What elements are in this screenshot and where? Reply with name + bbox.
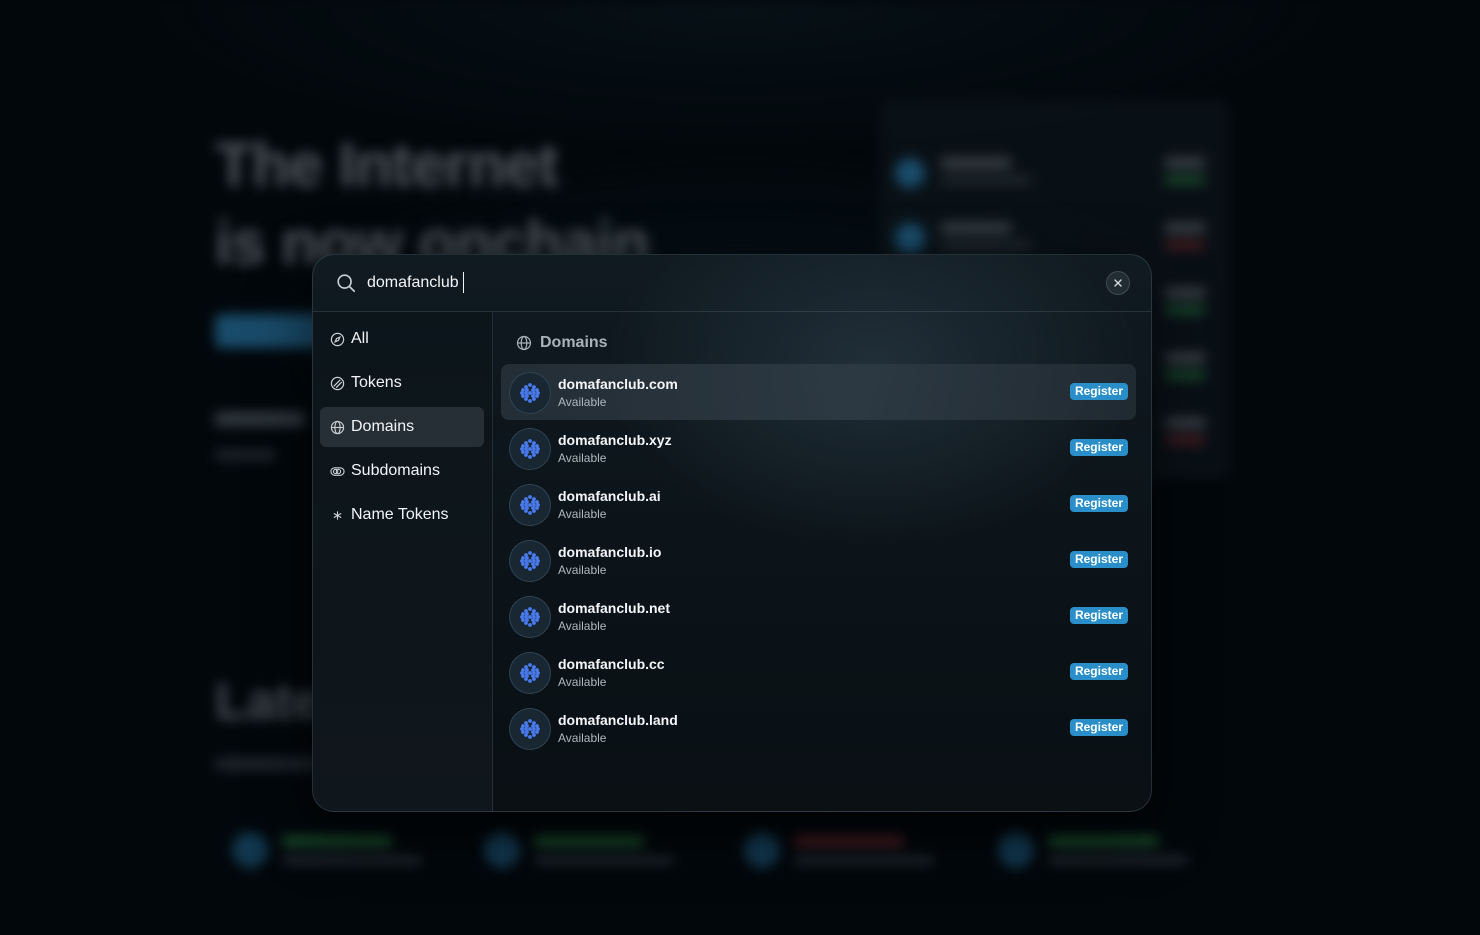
globe-icon (329, 419, 345, 435)
domain-name: domafanclub.net (558, 600, 671, 616)
sidebar-item-domains[interactable]: Domains (320, 407, 484, 447)
ticker-item (998, 828, 1218, 872)
domain-name: domafanclub.io (558, 544, 662, 560)
domain-result-row[interactable]: domafanclub.net Available Register (501, 588, 1136, 644)
hero-heading-line-1: The Internet (215, 131, 559, 200)
register-button[interactable]: Register (1069, 663, 1128, 680)
domain-status: Available (558, 451, 607, 465)
category-sidebar: All Tokens Domains Subdomains Name Token… (313, 312, 493, 811)
asterisk-icon (329, 507, 345, 523)
latest-subheading (215, 758, 325, 770)
sidebar-item-all[interactable]: All (320, 319, 484, 359)
register-button[interactable]: Register (1069, 439, 1128, 456)
domain-logo-icon (509, 596, 551, 638)
section-header-domains: Domains (516, 334, 608, 352)
domain-logo-icon (509, 428, 551, 470)
domain-result-row[interactable]: domafanclub.com Available Register (501, 364, 1136, 420)
sidebar-item-label: Domains (351, 418, 415, 435)
register-button[interactable]: Register (1069, 495, 1128, 512)
sidebar-item-subdomains[interactable]: Subdomains (320, 451, 484, 491)
register-button[interactable]: Register (1069, 607, 1128, 624)
domain-logo-icon (509, 484, 551, 526)
sidebar-item-tokens[interactable]: Tokens (320, 363, 484, 403)
domain-result-row[interactable]: domafanclub.cc Available Register (501, 644, 1136, 700)
domain-status: Available (558, 675, 607, 689)
sidebar-item-label: Name Tokens (351, 506, 449, 523)
register-button[interactable]: Register (1069, 551, 1128, 568)
domain-name: domafanclub.ai (558, 488, 661, 504)
register-button[interactable]: Register (1069, 383, 1128, 400)
close-icon (1114, 279, 1122, 287)
sidebar-item-name-tokens[interactable]: Name Tokens (320, 495, 484, 535)
search-icon (337, 274, 356, 293)
domain-logo-icon (509, 540, 551, 582)
hero-cta-button (215, 314, 325, 348)
sidebar-item-label: Subdomains (351, 462, 440, 479)
globe-icon (516, 335, 532, 351)
hero-stat (215, 412, 305, 426)
domain-logo-icon (509, 652, 551, 694)
subdomain-icon (329, 463, 345, 479)
sidebar-item-label: Tokens (351, 374, 402, 391)
compass-icon (329, 331, 345, 347)
token-icon (329, 375, 345, 391)
domain-status: Available (558, 395, 607, 409)
results-panel: Domains domafanclub.com Available Register… (493, 312, 1151, 811)
hero-stat-label (215, 450, 275, 460)
domain-status: Available (558, 731, 607, 745)
text-caret (463, 272, 464, 293)
ticker-item (232, 828, 452, 872)
domain-logo-icon (509, 708, 551, 750)
domain-result-row[interactable]: domafanclub.ai Available Register (501, 476, 1136, 532)
trending-row (895, 215, 1215, 255)
domain-logo-icon (509, 372, 551, 414)
domain-name: domafanclub.cc (558, 656, 665, 672)
ticker-item (744, 828, 964, 872)
clear-search-button[interactable] (1106, 271, 1130, 295)
domain-status: Available (558, 563, 607, 577)
sidebar-item-label: All (351, 330, 369, 347)
domain-result-row[interactable]: domafanclub.land Available Register (501, 700, 1136, 756)
domain-name: domafanclub.com (558, 376, 678, 392)
domain-result-row[interactable]: domafanclub.xyz Available Register (501, 420, 1136, 476)
domain-name: domafanclub.land (558, 712, 678, 728)
domain-name: domafanclub.xyz (558, 432, 672, 448)
trending-row (895, 150, 1215, 190)
search-input[interactable] (367, 269, 1067, 297)
domain-status: Available (558, 507, 607, 521)
register-button[interactable]: Register (1069, 719, 1128, 736)
search-bar (313, 255, 1151, 312)
ticker-item (484, 828, 704, 872)
section-title: Domains (540, 334, 608, 351)
domain-status: Available (558, 619, 607, 633)
search-modal: All Tokens Domains Subdomains Name Token… (312, 254, 1152, 812)
domain-result-row[interactable]: domafanclub.io Available Register (501, 532, 1136, 588)
